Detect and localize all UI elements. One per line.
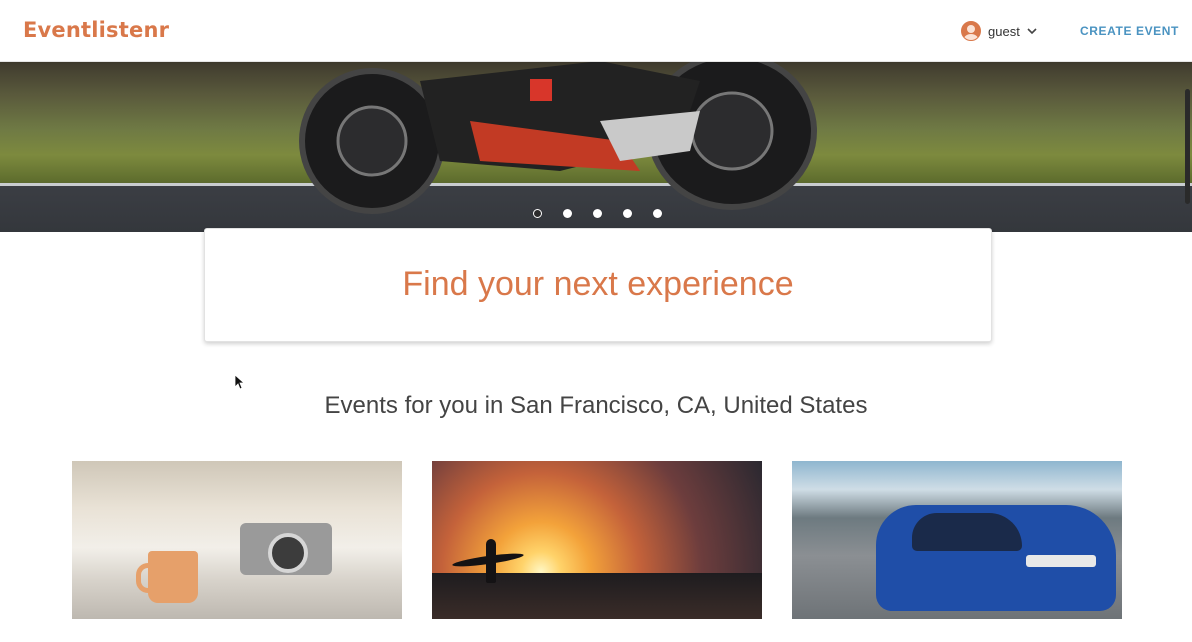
beach-image xyxy=(432,573,762,619)
event-card-sunset[interactable] xyxy=(432,461,762,619)
race-car-image xyxy=(876,505,1116,611)
search-card[interactable]: Find your next experience xyxy=(204,228,992,342)
search-prompt[interactable]: Find your next experience xyxy=(205,265,991,304)
chevron-down-icon xyxy=(1027,28,1037,35)
carousel-dot-4[interactable] xyxy=(623,209,632,218)
user-menu[interactable]: guest xyxy=(961,20,1038,42)
section-title: Events for you in San Francisco, CA, Uni… xyxy=(324,392,868,419)
motorcycle-image xyxy=(299,61,817,214)
event-card-racecar[interactable] xyxy=(792,461,1122,619)
carousel-pagination xyxy=(533,209,662,218)
event-card-coffee[interactable] xyxy=(72,461,402,619)
carousel-dot-5[interactable] xyxy=(653,209,662,218)
camera-image xyxy=(240,523,332,575)
top-navbar: Eventlistenr guest CREATE EVENT xyxy=(0,0,1192,62)
carousel-dot-1[interactable] xyxy=(533,209,542,218)
brand-logo[interactable]: Eventlistenr xyxy=(23,18,169,42)
create-event-link[interactable]: CREATE EVENT xyxy=(1080,24,1179,38)
scrollbar[interactable] xyxy=(1185,89,1190,204)
surfer-image xyxy=(486,539,496,583)
user-name: guest xyxy=(988,23,1020,39)
mouse-cursor-icon xyxy=(234,374,244,390)
carousel-dot-3[interactable] xyxy=(593,209,602,218)
mug-image xyxy=(136,551,198,603)
user-avatar-icon xyxy=(961,21,981,41)
hero-carousel xyxy=(0,61,1192,232)
carousel-dot-2[interactable] xyxy=(563,209,572,218)
